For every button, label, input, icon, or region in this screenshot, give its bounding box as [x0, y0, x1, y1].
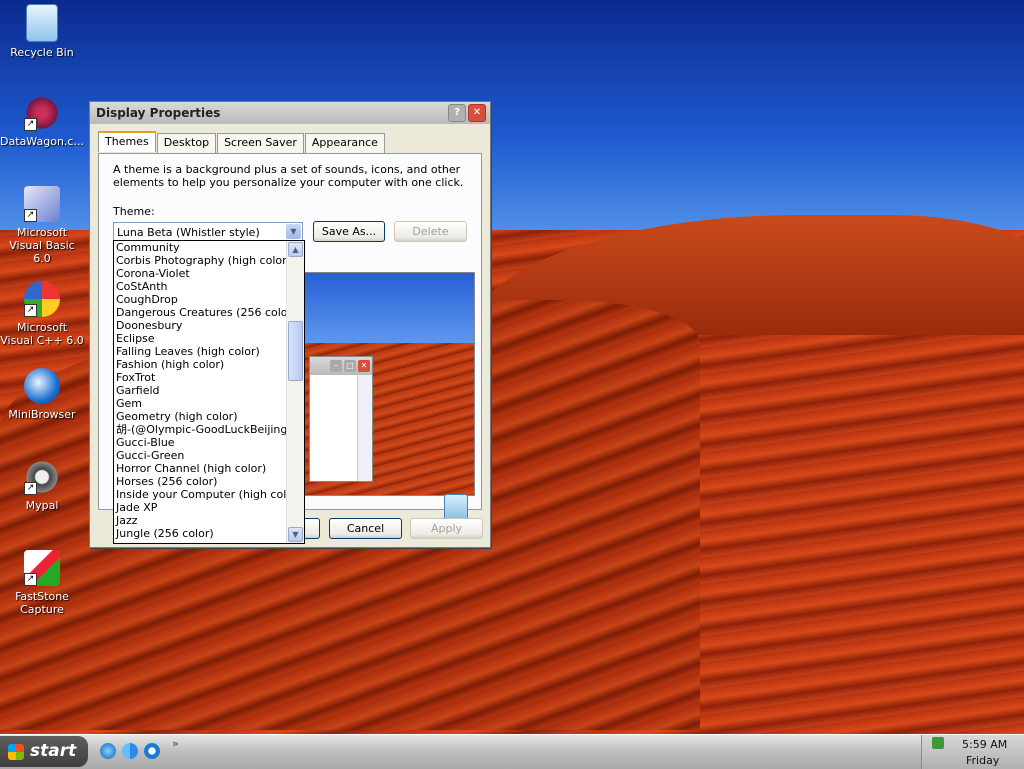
theme-option[interactable]: Jungle (256 color) — [114, 527, 286, 540]
scroll-thumb[interactable] — [288, 321, 303, 381]
quick-launch-chevron-icon[interactable]: » — [172, 737, 179, 750]
theme-option[interactable]: Community — [114, 241, 286, 254]
theme-option[interactable]: 胡-(@Olympic-GoodLuckBeijing — [114, 423, 286, 436]
theme-option[interactable]: Garfield — [114, 384, 286, 397]
desktop-icon-label: MiniBrowser — [8, 408, 76, 421]
taskbar: start » 5:59 AM Friday — [0, 734, 1024, 769]
theme-option[interactable]: Jade XP — [114, 501, 286, 514]
recycle-bin-icon — [26, 4, 58, 42]
desktop-icon-label: DataWagon.c... — [0, 135, 84, 148]
preview-scrollbar — [357, 375, 372, 481]
close-icon: ✕ — [358, 360, 370, 372]
tab-strip: Themes Desktop Screen Saver Appearance — [98, 131, 386, 154]
maximize-icon: □ — [344, 360, 356, 372]
window-title: Display Properties — [96, 106, 221, 120]
theme-option[interactable]: Falling Leaves (high color) — [114, 345, 286, 358]
shortcut-arrow-icon: ↗ — [24, 209, 37, 222]
scroll-down-icon[interactable]: ▼ — [288, 527, 303, 542]
desktop-icon-label: Microsoft Visual C++ 6.0 — [0, 321, 84, 347]
cancel-button[interactable]: Cancel — [329, 518, 402, 539]
theme-option[interactable]: Eclipse — [114, 332, 286, 345]
desktop-icon-label: Mypal — [25, 499, 59, 512]
start-label: start — [30, 741, 77, 761]
theme-option[interactable]: Horror Channel (high color) — [114, 462, 286, 475]
faststone-icon: ↗ — [24, 550, 60, 586]
chevron-down-icon[interactable]: ▼ — [286, 224, 301, 239]
tab-screen-saver[interactable]: Screen Saver — [217, 133, 304, 154]
delete-button[interactable]: Delete — [394, 221, 467, 242]
shortcut-arrow-icon: ↗ — [24, 482, 37, 495]
clock-day: Friday — [966, 754, 1000, 767]
shortcut-arrow-icon: ↗ — [24, 304, 37, 317]
theme-options: Community Corbis Photography (high color)… — [114, 241, 286, 540]
shortcut-arrow-icon: ↗ — [24, 573, 37, 586]
theme-option[interactable]: Horses (256 color) — [114, 475, 286, 488]
desktop-icon-faststone[interactable]: ↗ FastStone Capture — [0, 550, 84, 616]
mypal-icon: ↗ — [24, 459, 60, 495]
save-as-button[interactable]: Save As... — [313, 221, 385, 242]
theme-option[interactable]: Inside your Computer (high color) — [114, 488, 286, 501]
close-button[interactable]: ✕ — [468, 104, 486, 122]
shortcut-arrow-icon: ↗ — [24, 118, 37, 131]
ok-button[interactable]: OK — [305, 518, 320, 539]
internet-explorer-icon[interactable] — [100, 743, 116, 759]
system-tray: 5:59 AM Friday — [921, 735, 1024, 769]
apply-button[interactable]: Apply — [410, 518, 483, 539]
theme-option[interactable]: Gem — [114, 397, 286, 410]
themes-description: A theme is a background plus a set of so… — [113, 163, 464, 189]
theme-option[interactable]: Gucci-Blue — [114, 436, 286, 449]
theme-option[interactable]: FoxTrot — [114, 371, 286, 384]
theme-option[interactable]: Dangerous Creatures (256 color) — [114, 306, 286, 319]
desktop-icon-visual-basic[interactable]: ↗ Microsoft Visual Basic 6.0 — [0, 186, 84, 265]
desktop-icon-label: Microsoft Visual Basic 6.0 — [9, 226, 75, 265]
theme-option[interactable]: CoughDrop — [114, 293, 286, 306]
sync-icon[interactable] — [122, 743, 138, 759]
theme-option[interactable]: Gucci-Green — [114, 449, 286, 462]
tab-appearance[interactable]: Appearance — [304, 133, 385, 154]
desktop-icon-datawagon[interactable]: ↗ DataWagon.c... — [0, 95, 84, 148]
network-icon[interactable] — [932, 737, 944, 749]
preview-sample-window: – □ ✕ — [309, 356, 373, 482]
clock-time[interactable]: 5:59 AM — [962, 738, 1007, 751]
theme-option[interactable]: CoStAnth — [114, 280, 286, 293]
minimize-icon: – — [330, 360, 342, 372]
dropdown-scrollbar[interactable]: ▲ ▼ — [286, 241, 304, 543]
tab-themes[interactable]: Themes — [98, 131, 156, 152]
datawagon-icon: ↗ — [24, 95, 60, 131]
theme-option[interactable]: Doonesbury — [114, 319, 286, 332]
desktop-icon-label: Recycle Bin — [10, 46, 74, 59]
desktop-icon-mypal[interactable]: ↗ Mypal — [0, 459, 84, 512]
minibrowser-icon — [24, 368, 60, 404]
theme-option[interactable]: Geometry (high color) — [114, 410, 286, 423]
desktop-icon-recycle-bin[interactable]: Recycle Bin — [0, 4, 84, 59]
theme-dropdown-list[interactable]: Community Corbis Photography (high color)… — [113, 240, 305, 544]
window-titlebar[interactable]: Display Properties ? ✕ — [90, 102, 490, 124]
scroll-up-icon[interactable]: ▲ — [288, 242, 303, 257]
theme-option[interactable]: Corbis Photography (high color) — [114, 254, 286, 267]
preview-window-titlebar: – □ ✕ — [310, 357, 372, 375]
help-button[interactable]: ? — [448, 104, 466, 122]
desktop-icon-minibrowser[interactable]: MiniBrowser — [0, 368, 84, 421]
windows-logo-icon — [8, 744, 24, 760]
visual-basic-icon: ↗ — [24, 186, 60, 222]
visual-cpp-icon: ↗ — [24, 281, 60, 317]
browser-icon[interactable] — [144, 743, 160, 759]
theme-option[interactable]: Jazz — [114, 514, 286, 527]
desktop-icon-visual-cpp[interactable]: ↗ Microsoft Visual C++ 6.0 — [0, 281, 84, 347]
theme-option[interactable]: Corona-Violet — [114, 267, 286, 280]
start-button[interactable]: start — [0, 736, 88, 767]
theme-option[interactable]: Fashion (high color) — [114, 358, 286, 371]
tab-desktop[interactable]: Desktop — [156, 133, 217, 154]
theme-select[interactable]: Luna Beta (Whistler style) (Modified) ▼ — [113, 222, 303, 258]
desktop-icon-label: FastStone Capture — [15, 590, 69, 616]
theme-label: Theme: — [113, 205, 155, 218]
